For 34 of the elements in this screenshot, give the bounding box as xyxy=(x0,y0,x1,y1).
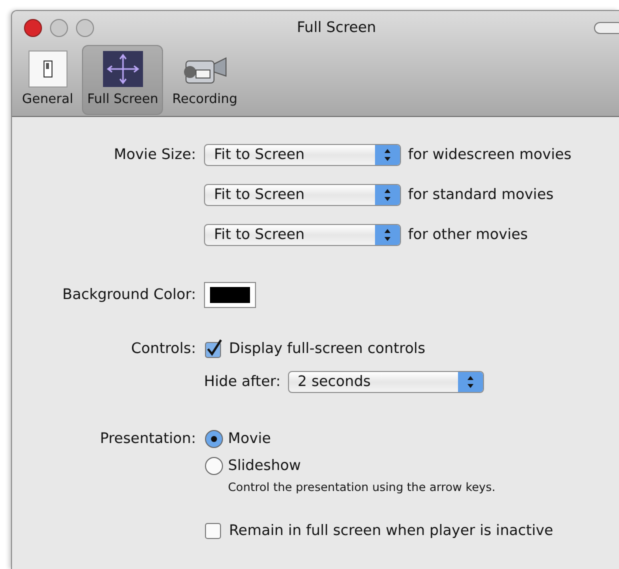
checkbox-label: Display full-screen controls xyxy=(229,341,426,357)
toolbar-toggle-icon[interactable] xyxy=(594,22,619,34)
field-label: Controls: xyxy=(130,341,196,357)
radio-label: Slideshow xyxy=(228,458,301,474)
field-label: Movie Size: xyxy=(112,147,196,163)
close-icon[interactable] xyxy=(24,19,42,37)
radio-button[interactable] xyxy=(204,429,224,449)
popup-button[interactable]: 2 seconds xyxy=(288,371,484,393)
checkbox[interactable] xyxy=(204,339,224,359)
checkbox[interactable] xyxy=(204,521,224,541)
field-label: Hide after: xyxy=(204,374,281,390)
checkbox-label: Remain in full screen when player is inactive xyxy=(229,523,554,539)
toolbar-tab[interactable]: Full Screen xyxy=(82,45,164,115)
stepper-icon xyxy=(375,225,400,245)
window-title: Full Screen xyxy=(296,20,378,36)
arrows-icon xyxy=(102,51,143,87)
popup-button[interactable]: Fit to Screen xyxy=(204,144,401,166)
radio-button[interactable] xyxy=(204,456,224,476)
field-label: Background Color: xyxy=(61,287,196,303)
stepper-icon xyxy=(375,145,400,165)
option-note: for standard movies xyxy=(408,187,554,203)
popup-button[interactable]: Fit to Screen xyxy=(204,224,401,246)
help-text: Control the presentation using the arrow keys. xyxy=(228,480,496,494)
option-note: for other movies xyxy=(408,227,528,243)
popup-button[interactable]: Fit to Screen xyxy=(204,184,401,206)
radio-label: Movie xyxy=(228,431,271,447)
switch-icon xyxy=(28,50,68,88)
stepper-icon xyxy=(375,185,400,205)
stepper-icon xyxy=(458,372,483,392)
field-label: Presentation: xyxy=(99,431,196,447)
option-note: for widescreen movies xyxy=(408,147,572,163)
toolbar-tab[interactable]: General xyxy=(17,45,78,115)
color-well[interactable] xyxy=(204,282,256,308)
toolbar-tab[interactable]: Recording xyxy=(167,45,242,115)
